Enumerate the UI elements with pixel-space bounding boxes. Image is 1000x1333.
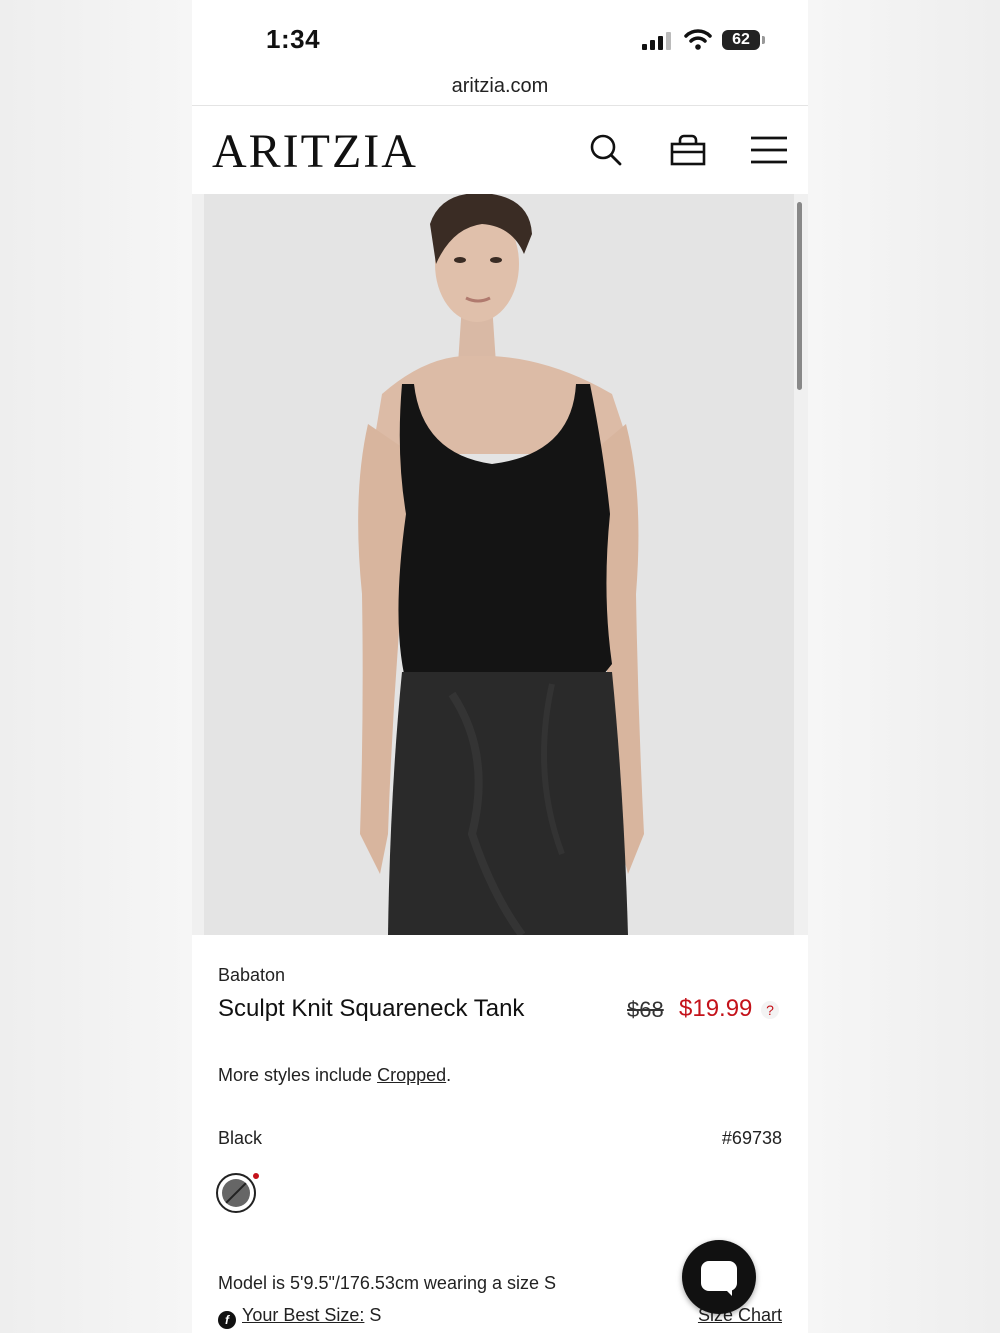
menu-button[interactable] (749, 130, 789, 170)
best-size-value: S (364, 1305, 382, 1325)
sale-price: $19.99 (679, 995, 753, 1022)
cropped-style-link[interactable]: Cropped (377, 1065, 446, 1085)
address-bar[interactable]: aritzia.com (192, 68, 808, 104)
image-scrollbar[interactable] (797, 202, 802, 390)
more-styles-prefix: More styles include (218, 1065, 378, 1085)
product-image[interactable] (192, 194, 808, 935)
wifi-icon (684, 29, 712, 50)
fit-predictor-icon: f (218, 1311, 236, 1329)
model-size-info: Model is 5'9.5"/176.53cm wearing a size … (218, 1273, 557, 1293)
search-icon (590, 134, 622, 166)
original-price: $68 (627, 997, 664, 1022)
more-styles-suffix: . (446, 1065, 452, 1085)
product-title: Sculpt Knit Squareneck Tank (218, 995, 525, 1022)
product-photo (192, 194, 808, 935)
cellular-signal-icon (642, 32, 672, 50)
product-brand[interactable]: Babaton (218, 965, 285, 986)
site-header: ARITZIA (192, 106, 808, 194)
best-size-row: f Your Best Size: S (218, 1305, 381, 1329)
search-button[interactable] (586, 130, 626, 170)
swatch-fill (222, 1179, 250, 1207)
best-size-link[interactable]: Your Best Size: (242, 1305, 364, 1325)
left-backdrop (0, 0, 192, 1333)
more-styles-text: More styles include Cropped. (218, 1065, 451, 1086)
phone-screen: 1:34 62 aritzia.com ARITZIA Babaton Scul… (192, 0, 808, 1333)
sale-indicator-dot (253, 1173, 259, 1179)
brand-logo[interactable]: ARITZIA (212, 124, 418, 179)
hamburger-menu-icon (751, 136, 787, 164)
selected-color-label: Black (218, 1128, 263, 1148)
color-swatch-black[interactable] (216, 1173, 256, 1213)
style-number: #69738 (721, 1128, 782, 1148)
chat-button[interactable] (682, 1240, 756, 1314)
chat-bubble-tail (722, 1286, 732, 1296)
shopping-bag-button[interactable] (668, 130, 708, 170)
battery-icon: 62 (722, 30, 760, 50)
status-time: 1:34 (266, 24, 321, 54)
battery-tip (762, 36, 765, 44)
right-backdrop (808, 0, 1000, 1333)
status-bar: 1:34 62 (192, 0, 808, 66)
price-help-icon[interactable]: ? (761, 1001, 779, 1019)
shopping-bag-icon (670, 134, 706, 166)
